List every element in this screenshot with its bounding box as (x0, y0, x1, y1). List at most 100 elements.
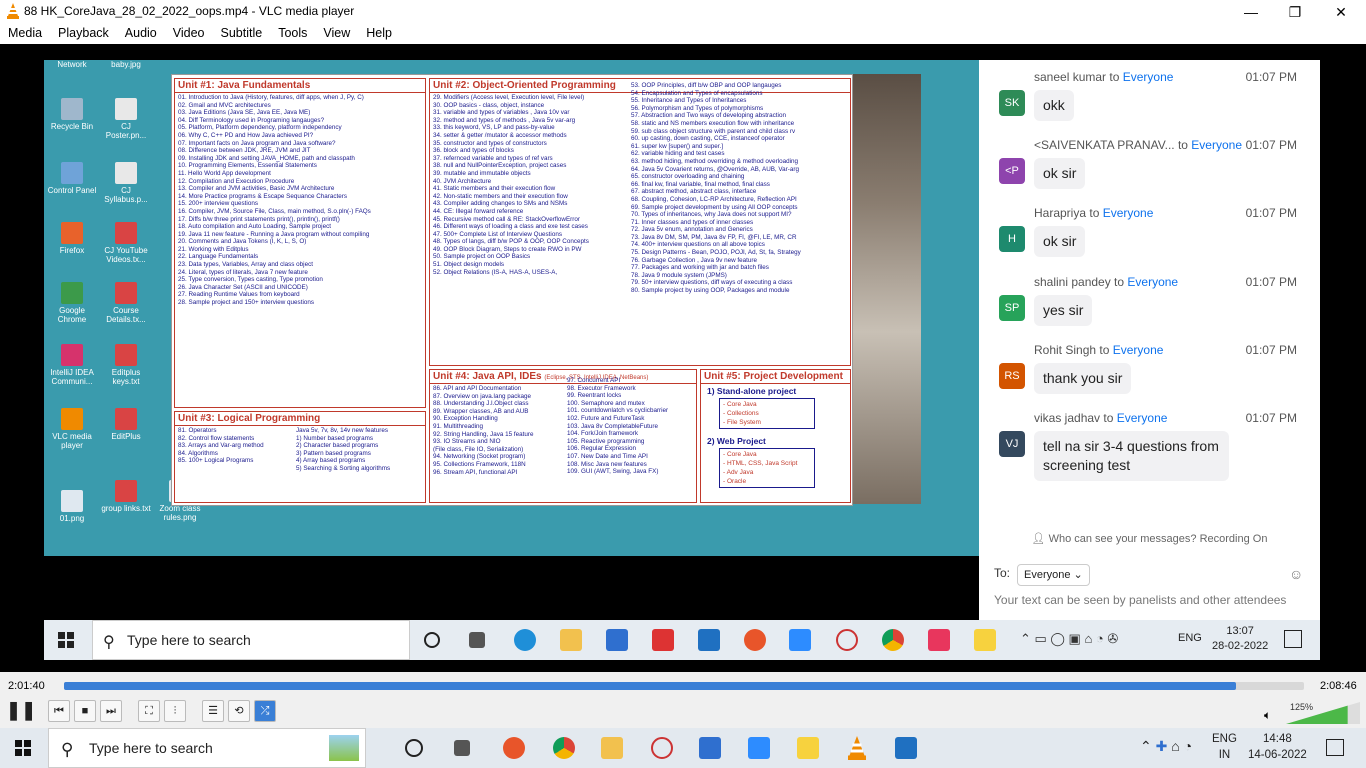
emoji-icon[interactable]: ☺ (1289, 566, 1303, 582)
unit1-item: 11. Hello World App development (178, 169, 271, 177)
recipient-dropdown[interactable]: Everyone ⌄ (1017, 564, 1090, 586)
store-icon[interactable] (699, 737, 721, 759)
loop-button[interactable]: ⟲ (228, 700, 250, 722)
speaker-icon[interactable]: 🔈︎ (1264, 708, 1271, 723)
unit3-item: 83. Arrays and Var-arg method (178, 442, 264, 450)
desktop-icon: VLC media player (46, 408, 98, 450)
playlist-button[interactable]: ☰ (202, 700, 224, 722)
taskbar-lang[interactable]: ENG IN (1212, 731, 1237, 763)
unit2-item: 73. Java 8v DM, SM, PM, Java 8v FP, FI, … (631, 233, 797, 241)
unit3-subitem: 2) Character based programs (296, 442, 379, 450)
message-bubble: yes sir (1034, 294, 1093, 326)
unit3-item: 81. Operators (178, 427, 217, 434)
vlc-taskbar-icon[interactable] (846, 736, 868, 760)
who-can-see-link[interactable]: 👤︎ Who can see your messages? Recording … (979, 532, 1320, 545)
menu-audio[interactable]: Audio (117, 24, 165, 42)
video-frame[interactable]: Network baby.jpg Recycle Bin CJ Poster.pn..… (0, 44, 1366, 672)
unit2-item: 30. OOP basics - class, object, instance (433, 101, 545, 109)
unit2-item: 72. Java 5v enum, annotation and Generic… (631, 226, 753, 234)
maximize-button[interactable]: ❐ (1272, 0, 1318, 24)
file-icon (115, 162, 137, 184)
unit2-item: 60. up casting, down casting, CCE, insta… (631, 135, 785, 143)
stop-button[interactable]: ■ (74, 700, 96, 722)
previous-button[interactable]: ⏮ (48, 700, 70, 722)
action-center-icon[interactable] (1326, 739, 1344, 756)
taskbar-search-box[interactable]: ⚲ Type here to search (48, 728, 366, 768)
minimize-button[interactable]: — (1228, 0, 1274, 24)
task-view-icon[interactable] (454, 740, 470, 756)
snip-icon[interactable] (651, 737, 673, 759)
unit1-item: 25. Type conversion, Types casting, Type… (178, 276, 323, 284)
web-heading: 2) Web Project (707, 436, 766, 446)
tray-icons[interactable]: ⌃ ✚ ⌂ ◔ (1140, 738, 1192, 755)
menu-video[interactable]: Video (165, 24, 213, 42)
unit4-item: 97. Concurrent API (567, 377, 621, 384)
taskbar-clock[interactable]: 14:48 14-06-2022 (1248, 731, 1307, 763)
web-item: - Core Java (723, 451, 757, 458)
file-icon (115, 344, 137, 366)
unit1-item: 28. Sample project and 150+ interview qu… (178, 299, 314, 307)
unit2-item: 43. Compiler adding changes to SMs and N… (433, 200, 568, 208)
unit1-item: 05. Platform, Platform dependency, platf… (178, 124, 342, 132)
unit2-item: 76. Garbage Collection , Java 9v new fea… (631, 256, 758, 264)
close-button[interactable]: ✕ (1318, 0, 1364, 24)
cortana-icon[interactable] (405, 739, 423, 757)
chat-input-hint[interactable]: Your text can be seen by panelists and o… (994, 593, 1286, 607)
desktop-icon: 01.png (46, 490, 98, 523)
taskbar-search-placeholder: Type here to search (89, 740, 213, 756)
sticky-notes-icon[interactable] (797, 737, 819, 759)
menu-tools[interactable]: Tools (270, 24, 315, 42)
chat-panel: SK saneel kumar to Everyone 01:07 PM okk <P <… (979, 60, 1320, 620)
menu-view[interactable]: View (315, 24, 358, 42)
unit2-item: 38. null and NullPointerException, proje… (433, 162, 567, 170)
shuffle-button[interactable]: ⤮ (254, 700, 276, 722)
seek-bar[interactable] (64, 682, 1304, 690)
unit4-item: 107. New Date and Time API (567, 452, 648, 460)
message-time: 01:07 PM (1245, 206, 1297, 221)
desktop-icon: CJ Poster.pn... (100, 98, 152, 140)
file-explorer-icon[interactable] (601, 737, 623, 759)
unit3-list: 81. Operators 82. Control flow statements… (175, 426, 285, 466)
menu-media[interactable]: Media (0, 24, 50, 42)
desktop-icon: group links.txt (100, 480, 152, 513)
unit2-item: 35. constructor and types of constructor… (433, 139, 547, 147)
photos-icon[interactable] (895, 737, 917, 759)
unit4-item: 86. API and API Documentation (433, 385, 522, 392)
menu-subtitle[interactable]: Subtitle (213, 24, 271, 42)
desktop-icon: EditPlus (100, 408, 152, 441)
edge-icon (514, 629, 536, 651)
desktop-icon: Course Details.tx... (100, 282, 152, 324)
next-button[interactable]: ⏭ (100, 700, 122, 722)
unit1-item: 15. 200+ interview questions (178, 200, 258, 208)
chrome-icon[interactable] (553, 737, 575, 759)
unit1-item: 27. Reading Runtime Values from keyboard (178, 291, 300, 299)
menu-help[interactable]: Help (358, 24, 400, 42)
pause-button[interactable]: ❚❚ (6, 700, 36, 722)
unit1-item: 07. Important facts on Java program and … (178, 139, 336, 147)
unit2-item: 80. Sample project by using OOP, Package… (631, 287, 790, 295)
file-icon (115, 480, 137, 502)
menu-playback[interactable]: Playback (50, 24, 117, 42)
unit1-box: Unit #1: Java Fundamentals 01. Introduct… (174, 78, 426, 408)
unit4-item: 93. IO Streams and NIO (433, 438, 501, 446)
vlc-cone-icon (7, 3, 19, 19)
unit1-item: 22. Language Fundamentals (178, 253, 259, 261)
unit2-item: 46. Different ways of loading a class an… (433, 223, 588, 231)
unit2-item: 50. Sample project on OOP Basics (433, 253, 531, 261)
start-icon[interactable] (15, 740, 31, 761)
extended-settings-button[interactable]: ⫶ (164, 700, 186, 722)
unit2-item: 51. Object design models (433, 261, 505, 269)
unit1-item: 06. Why C, C++ PD and How Java achieved … (178, 131, 314, 139)
unit2-item: 78. Java 9 module system (JPMS) (631, 271, 727, 279)
video-search-placeholder: Type here to search (127, 632, 251, 648)
desktop-icon: CJ YouTube Videos.tx... (100, 222, 152, 264)
desktop-icon-label: Zoom class rules.png (159, 504, 201, 522)
fullscreen-button[interactable]: ⛶ (138, 700, 160, 722)
file-icon (115, 98, 137, 120)
unit1-item: 10. Programming Elements, Essential Stat… (178, 162, 317, 170)
record-icon[interactable] (503, 737, 525, 759)
elapsed-time: 2:01:40 (8, 680, 45, 692)
unit2-item: 37. refernced variable and types of ref … (433, 154, 553, 162)
task-view-icon (469, 632, 485, 648)
zoom-icon[interactable] (748, 737, 770, 759)
